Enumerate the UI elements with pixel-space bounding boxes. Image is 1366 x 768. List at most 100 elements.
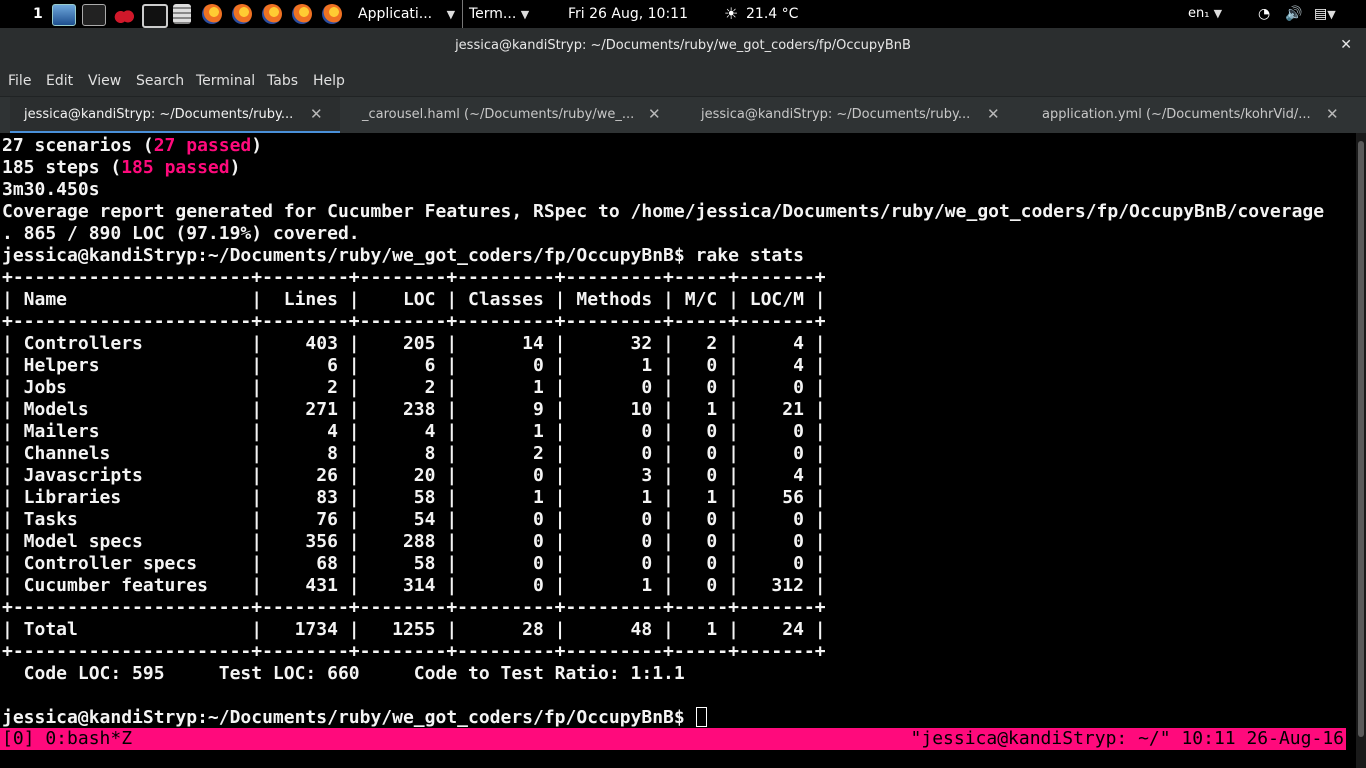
terminal-output[interactable]: 27 scenarios (27 passed) 185 steps (185 p… [0, 133, 1356, 768]
terminal-lines: 27 scenarios (27 passed) 185 steps (185 p… [2, 135, 1324, 729]
scrollbar-thumb[interactable] [1358, 141, 1364, 737]
menu-file[interactable]: File [8, 73, 31, 89]
text-segment: | Name | Lines | LOC | Classes | Methods… [2, 289, 826, 310]
applications-menu-label: Applicati... [358, 6, 433, 22]
firefox-icon[interactable] [292, 4, 312, 24]
menu-terminal[interactable]: Terminal [196, 73, 255, 89]
terminal-cursor [695, 707, 707, 727]
chevron-down-icon: ▼ [1213, 7, 1223, 20]
close-tab-icon[interactable]: ✕ [648, 105, 661, 123]
text-segment: jessica@kandiStryp:~/Documents/ruby/we_g… [2, 245, 804, 266]
tab-terminal-2[interactable]: jessica@kandiStryp: ~/Documents/ruby... … [690, 97, 1020, 134]
text-segment: | Controller specs | 68 | 58 | 0 | 0 | 0… [2, 553, 826, 574]
close-tab-icon[interactable]: ✕ [1326, 105, 1339, 123]
table-row: | Channels | 8 | 8 | 2 | 0 | 0 | 0 | [2, 443, 1324, 465]
table-header: | Name | Lines | LOC | Classes | Methods… [2, 289, 1324, 311]
terminal-app-icon[interactable] [142, 4, 168, 28]
text-segment: | Helpers | 6 | 6 | 0 | 1 | 0 | 4 | [2, 355, 826, 376]
file-manager-icon[interactable] [173, 4, 191, 24]
taskbar-terminal[interactable]: Term... ▼ [462, 0, 569, 28]
table-row: | Cucumber features | 431 | 314 | 0 | 1 … [2, 575, 1324, 597]
chevron-down-icon: ▼ [520, 8, 530, 21]
firefox-icon[interactable] [322, 4, 342, 24]
window-title: jessica@kandiStryp: ~/Documents/ruby/we_… [455, 38, 911, 53]
table-row: | Controller specs | 68 | 58 | 0 | 0 | 0… [2, 553, 1324, 575]
text-segment: 3m30.450s [2, 179, 100, 200]
menu-view[interactable]: View [88, 73, 121, 89]
tab-label: _carousel.haml (~/Documents/ruby/we_... [362, 107, 635, 122]
menu-tabs[interactable]: Tabs [267, 73, 298, 89]
firefox-icon[interactable] [232, 4, 252, 24]
top-panel: 1 Applicati... ▼ Term... ▼ Fri 26 Aug, 1… [0, 0, 1366, 28]
weather-sun-icon: ☀ [724, 4, 739, 23]
prompt-line: jessica@kandiStryp:~/Documents/ruby/we_g… [2, 707, 1324, 729]
window-titlebar[interactable]: jessica@kandiStryp: ~/Documents/ruby/we_… [0, 28, 1366, 66]
menu-bar: File Edit View Search Terminal Tabs Help [0, 66, 1366, 96]
table-border: +----------------------+--------+-------… [2, 267, 1324, 289]
clipboard-icon[interactable]: ▤▼ [1314, 0, 1336, 28]
close-tab-icon[interactable]: ✕ [987, 105, 1000, 123]
text-segment: | Javascripts | 26 | 20 | 0 | 3 | 0 | 4 … [2, 465, 826, 486]
tab-application-yml[interactable]: application.yml (~/Documents/kohrVid/...… [1030, 97, 1356, 134]
keyboard-layout[interactable]: en₁ ▼ [1188, 0, 1222, 28]
tab-terminal-1[interactable]: jessica@kandiStryp: ~/Documents/ruby... … [10, 97, 340, 134]
keyboard-layout-label: en₁ [1188, 6, 1210, 21]
table-row: | Helpers | 6 | 6 | 0 | 1 | 0 | 4 | [2, 355, 1324, 377]
clock[interactable]: Fri 26 Aug, 10:11 [568, 0, 688, 28]
window-close-icon[interactable]: ✕ [1340, 37, 1352, 53]
text-segment: ) [229, 157, 241, 178]
passed-count: 27 passed [153, 135, 252, 156]
table-border: +----------------------+--------+-------… [2, 597, 1324, 619]
weather-temperature[interactable]: 21.4 °C [746, 0, 798, 28]
tab-carousel-haml[interactable]: _carousel.haml (~/Documents/ruby/we_... … [350, 97, 680, 134]
coverage-line: Coverage report generated for Cucumber F… [2, 201, 1324, 223]
tab-label: application.yml (~/Documents/kohrVid/... [1042, 107, 1311, 122]
table-border: +----------------------+--------+-------… [2, 641, 1324, 663]
wifi-icon[interactable]: ◔ [1258, 0, 1270, 28]
close-tab-icon[interactable]: ✕ [310, 105, 323, 123]
menu-search[interactable]: Search [136, 73, 184, 89]
tmux-status-right: "jessica@kandiStryp: ~/" 10:11 26-Aug-16 [910, 728, 1344, 749]
taskbar-terminal-label: Term... [469, 6, 517, 22]
applications-menu[interactable]: Applicati... ▼ [358, 0, 455, 28]
text-segment: | Models | 271 | 238 | 9 | 10 | 1 | 21 | [2, 399, 826, 420]
text-segment: | Total | 1734 | 1255 | 28 | 48 | 1 | 24… [2, 619, 826, 640]
table-row: | Tasks | 76 | 54 | 0 | 0 | 0 | 0 | [2, 509, 1324, 531]
table-total-row: | Total | 1734 | 1255 | 28 | 48 | 1 | 24… [2, 619, 1324, 641]
firefox-icon[interactable] [202, 4, 222, 24]
text-segment: | Libraries | 83 | 58 | 1 | 1 | 1 | 56 | [2, 487, 826, 508]
table-row: | Controllers | 403 | 205 | 14 | 32 | 2 … [2, 333, 1324, 355]
text-segment: | Cucumber features | 431 | 314 | 0 | 1 … [2, 575, 826, 596]
table-row: | Mailers | 4 | 4 | 1 | 0 | 0 | 0 | [2, 421, 1324, 443]
text-segment: 185 steps ( [2, 157, 122, 178]
tmux-window-list: [0] 0:bash*Z [2, 728, 133, 749]
tab-label: jessica@kandiStryp: ~/Documents/ruby... [701, 107, 971, 122]
text-segment: Coverage report generated for Cucumber F… [2, 201, 1325, 222]
text-segment: +----------------------+--------+-------… [2, 597, 826, 618]
volume-icon[interactable]: 🔊 [1285, 0, 1302, 28]
text-segment: | Jobs | 2 | 2 | 1 | 0 | 0 | 0 | [2, 377, 826, 398]
text-segment: | Mailers | 4 | 4 | 1 | 0 | 0 | 0 | [2, 421, 826, 442]
desktop-icon[interactable] [52, 4, 76, 26]
chevron-down-icon: ▼ [446, 8, 456, 21]
text-segment: +----------------------+--------+-------… [2, 267, 826, 288]
scrollbar[interactable] [1356, 133, 1366, 768]
scenarios-line: 27 scenarios (27 passed) [2, 135, 1324, 157]
summary-line: Code LOC: 595 Test LOC: 660 Code to Test… [2, 663, 1324, 685]
table-row: | Model specs | 356 | 288 | 0 | 0 | 0 | … [2, 531, 1324, 553]
text-segment: 27 scenarios ( [2, 135, 154, 156]
text-segment: | Controllers | 403 | 205 | 14 | 32 | 2 … [2, 333, 826, 354]
cherry-icon[interactable] [113, 4, 135, 24]
text-segment: Code LOC: 595 Test LOC: 660 Code to Test… [2, 663, 685, 684]
firefox-icon[interactable] [262, 4, 282, 24]
tab-bar: jessica@kandiStryp: ~/Documents/ruby... … [0, 96, 1366, 134]
text-segment: . 865 / 890 LOC (97.19%) covered. [2, 223, 360, 244]
table-border: +----------------------+--------+-------… [2, 311, 1324, 333]
menu-help[interactable]: Help [313, 73, 345, 89]
workspace-indicator[interactable]: 1 [33, 0, 43, 28]
menu-edit[interactable]: Edit [46, 73, 73, 89]
terminal-launcher-icon[interactable] [82, 4, 106, 26]
table-row: | Models | 271 | 238 | 9 | 10 | 1 | 21 | [2, 399, 1324, 421]
coverage-line: . 865 / 890 LOC (97.19%) covered. [2, 223, 1324, 245]
